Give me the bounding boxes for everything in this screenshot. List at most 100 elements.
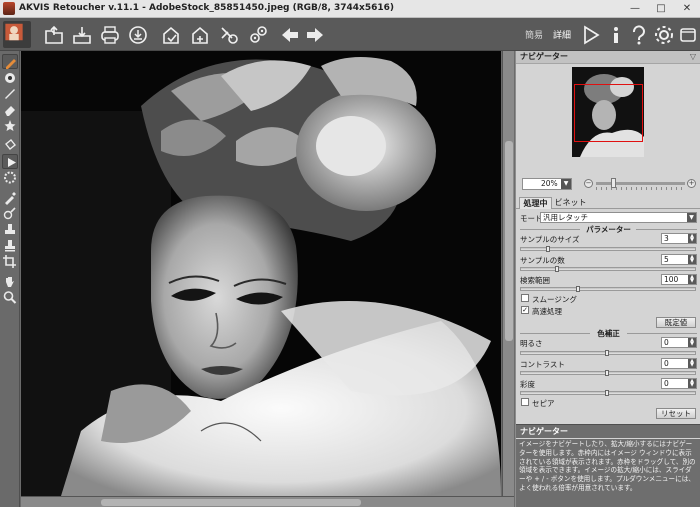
print-icon[interactable]: [99, 24, 121, 46]
contrast-slider[interactable]: [520, 370, 696, 376]
contrast-input[interactable]: 0 ▲ ▼: [661, 358, 697, 369]
slider-knob[interactable]: [576, 286, 580, 292]
mode-simple-button[interactable]: 簡易: [525, 28, 543, 41]
panel-tabs: 処理中 ビネット: [516, 197, 700, 209]
tool-palette: [0, 51, 20, 507]
hint-header: ナビゲーター: [516, 424, 700, 438]
help-icon[interactable]: [628, 24, 650, 46]
saturation-input[interactable]: 0 ▲ ▼: [661, 378, 697, 389]
save-icon[interactable]: [71, 24, 93, 46]
multi-gear-icon[interactable]: [247, 24, 269, 46]
mode-select[interactable]: 汎用レタッチ ▼: [540, 212, 697, 223]
stamp-icon[interactable]: [2, 222, 18, 237]
redo-icon[interactable]: [304, 24, 326, 46]
tab-processing[interactable]: 処理中: [519, 197, 552, 209]
magic-icon[interactable]: [2, 118, 18, 133]
sepia-checkbox[interactable]: [521, 398, 529, 406]
settings-gear-icon[interactable]: [218, 24, 240, 46]
undo-icon[interactable]: [279, 24, 301, 46]
fast-processing-label: 高速処理: [532, 307, 562, 316]
navigator-view-frame[interactable]: [574, 84, 643, 142]
search-range-label: 検索範囲: [520, 276, 550, 285]
contrast-label: コントラスト: [520, 360, 565, 369]
search-range-input[interactable]: 100 ▲ ▼: [661, 274, 697, 285]
spinner-icon[interactable]: ▲ ▼: [688, 359, 696, 368]
import-icon[interactable]: [160, 24, 182, 46]
settings-panel: ナビゲーター ▽ 20% ▼ − + 処理中 ビネット モード 汎用レタッチ ▼…: [515, 51, 700, 507]
zoom-select[interactable]: 20% ▼: [522, 178, 572, 190]
brightness-input[interactable]: 0 ▲ ▼: [661, 337, 697, 348]
slider-knob[interactable]: [605, 390, 609, 396]
portrait-photo: [21, 51, 501, 496]
mode-detail-button[interactable]: 詳細: [553, 28, 571, 41]
vertical-scroll-thumb[interactable]: [505, 141, 513, 341]
eyedropper-icon[interactable]: [2, 190, 18, 205]
slider-knob[interactable]: [605, 350, 609, 356]
gear-icon[interactable]: [2, 170, 18, 185]
crop-icon[interactable]: [2, 254, 18, 269]
chevron-down-icon: ▼: [561, 179, 571, 189]
sample-size-slider[interactable]: [520, 246, 696, 252]
logo-icon: [3, 21, 31, 48]
spinner-icon[interactable]: ▲ ▼: [688, 338, 696, 347]
sample-size-input[interactable]: 3 ▲ ▼: [661, 233, 697, 244]
patch-icon[interactable]: [2, 206, 18, 221]
eraser-icon[interactable]: [2, 102, 18, 117]
preferences-icon[interactable]: [653, 24, 675, 46]
collapse-chevron-icon[interactable]: ▽: [690, 51, 696, 63]
slider-knob[interactable]: [546, 246, 550, 252]
main-toolbar: 簡易 詳細: [0, 18, 700, 51]
default-button[interactable]: 既定値: [656, 317, 696, 328]
zoom-icon[interactable]: [2, 290, 18, 305]
sample-count-input[interactable]: 5 ▲ ▼: [661, 254, 697, 265]
slider-knob[interactable]: [605, 370, 609, 376]
smoothing-label: スムージング: [532, 295, 577, 304]
saturation-slider[interactable]: [520, 390, 696, 396]
export-icon[interactable]: [189, 24, 211, 46]
healing-icon[interactable]: [2, 238, 18, 253]
retouch-brush-icon[interactable]: [2, 54, 18, 69]
saturation-label: 彩度: [520, 380, 535, 389]
run-icon[interactable]: [580, 24, 602, 46]
spinner-icon[interactable]: ▲ ▼: [688, 379, 696, 388]
zoom-in-button[interactable]: +: [687, 179, 696, 188]
info-icon[interactable]: [605, 24, 627, 46]
chevron-down-icon: ▼: [687, 213, 696, 222]
horizontal-scrollbar[interactable]: [21, 496, 514, 507]
pen-icon[interactable]: [2, 86, 18, 101]
sample-count-slider[interactable]: [520, 266, 696, 272]
title-bar: AKVIS Retoucher v.11.1 - AdobeStock_8585…: [0, 0, 700, 18]
mode-value: 汎用レタッチ: [543, 213, 588, 222]
spinner-icon[interactable]: ▲ ▼: [688, 255, 696, 264]
search-range-slider[interactable]: [520, 286, 696, 292]
zoom-value: 20%: [541, 179, 558, 188]
slider-knob[interactable]: [555, 266, 559, 272]
open-icon[interactable]: [43, 24, 65, 46]
maximize-button[interactable]: □: [648, 0, 674, 18]
navigator-thumbnail[interactable]: [572, 67, 644, 157]
zoom-slider-thumb[interactable]: [611, 178, 616, 188]
color-picker-icon[interactable]: [2, 70, 18, 85]
spinner-icon[interactable]: ▲ ▼: [688, 234, 696, 243]
tab-vignette[interactable]: ビネット: [554, 197, 587, 209]
spinner-icon[interactable]: ▲ ▼: [688, 275, 696, 284]
paint-bucket-icon[interactable]: [2, 138, 18, 153]
smoothing-checkbox[interactable]: [521, 294, 529, 302]
zoom-out-button[interactable]: −: [584, 179, 593, 188]
play-icon[interactable]: [2, 154, 18, 169]
hint-text: イメージをナビゲートしたり、拡大/縮小するにはナビゲーターを使用します。赤枠内に…: [516, 439, 700, 507]
reset-button[interactable]: リセット: [656, 408, 696, 419]
fast-processing-checkbox[interactable]: ✓: [521, 306, 529, 314]
brightness-slider[interactable]: [520, 350, 696, 356]
minimize-button[interactable]: —: [622, 0, 648, 18]
zoom-slider-track[interactable]: [596, 182, 685, 185]
vertical-scrollbar[interactable]: [502, 51, 514, 496]
close-button[interactable]: ✕: [674, 0, 700, 18]
share-icon[interactable]: [127, 24, 149, 46]
horizontal-scroll-thumb[interactable]: [101, 499, 361, 506]
image-canvas[interactable]: [21, 51, 501, 496]
sepia-label: セピア: [532, 399, 555, 408]
navigator-title: ナビゲーター: [520, 52, 568, 61]
notification-icon[interactable]: [677, 24, 699, 46]
hand-icon[interactable]: [2, 274, 18, 289]
